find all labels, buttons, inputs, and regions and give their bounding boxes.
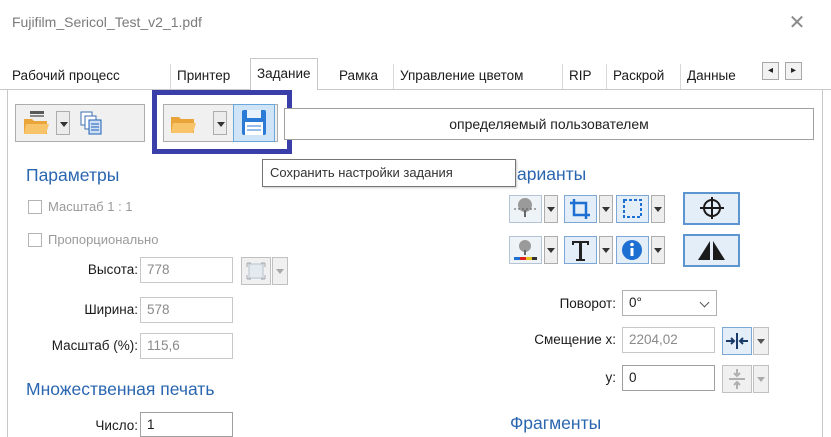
tab-frame[interactable]: Рамка <box>333 64 384 89</box>
tab-color-management[interactable]: Управление цветом <box>393 64 529 89</box>
tab-printer[interactable]: Принтер <box>170 64 236 89</box>
dialog-window: Fujifilm_Sericol_Test_v2_1.pdf ✕ Рабочий… <box>0 0 831 437</box>
parameters-heading: Параметры <box>26 165 120 185</box>
color-options-arrow[interactable] <box>544 236 558 264</box>
center-horizontal-icon <box>726 333 748 349</box>
crop-arrow[interactable] <box>599 195 613 223</box>
offset-x-label: Смещение x: <box>534 332 616 347</box>
title-bar: Fujifilm_Sericol_Test_v2_1.pdf ✕ <box>0 0 831 50</box>
open-folder-icon[interactable] <box>21 108 51 138</box>
open-dropdown-arrow[interactable] <box>56 111 70 135</box>
bounding-box-arrow[interactable] <box>651 195 665 223</box>
text-arrow[interactable] <box>599 236 613 264</box>
fit-size-icon <box>246 262 266 280</box>
scale-1-1-label: Масштаб 1 : 1 <box>48 199 133 214</box>
scale-percent-field[interactable]: 115,6 <box>140 333 233 359</box>
crop-icon <box>570 199 590 219</box>
offset-x-field[interactable]: 2204,02 <box>622 327 715 353</box>
bounding-box-button[interactable] <box>616 195 649 223</box>
proportional-checkbox[interactable] <box>28 233 42 247</box>
text-button[interactable] <box>564 236 597 264</box>
link-dimensions-button[interactable] <box>241 257 271 285</box>
center-horizontal-arrow[interactable] <box>753 327 769 355</box>
center-button[interactable] <box>683 192 740 225</box>
text-icon <box>572 241 589 261</box>
crop-button[interactable] <box>564 195 597 223</box>
rotation-label: Поворот: <box>559 296 616 311</box>
link-dimensions-dropdown-arrow[interactable] <box>272 257 288 285</box>
tab-workflow[interactable]: Рабочий процесс <box>6 64 126 89</box>
offset-y-label: y: <box>605 370 616 385</box>
width-label: Ширина: <box>84 302 138 317</box>
center-horizontal-button[interactable] <box>722 327 752 355</box>
info-arrow[interactable] <box>651 236 665 264</box>
job-name-field[interactable]: определяемый пользователем <box>284 108 814 140</box>
bounding-box-icon <box>623 199 642 218</box>
multiple-print-heading: Множественная печать <box>26 379 215 399</box>
proportional-label: Пропорционально <box>48 232 159 247</box>
height-field[interactable]: 778 <box>140 257 233 283</box>
color-options-button[interactable] <box>509 236 542 264</box>
tab-cutting[interactable]: Раскрой <box>606 64 670 89</box>
tree-image-icon <box>514 198 537 217</box>
mirror-button[interactable] <box>683 234 740 267</box>
width-field[interactable]: 578 <box>140 297 233 323</box>
tab-scroll-left-button[interactable]: ◂ <box>762 62 779 80</box>
offset-y-field[interactable]: 0 <box>622 365 715 391</box>
info-button[interactable] <box>616 236 649 264</box>
count-field[interactable]: 1 <box>140 412 233 437</box>
job-toolbar-group <box>15 104 145 142</box>
mirror-options-button[interactable] <box>509 195 542 223</box>
tab-data[interactable]: Данные <box>680 64 758 89</box>
info-icon <box>622 240 642 260</box>
save-settings-tooltip: Сохранить настройки задания <box>262 159 516 187</box>
fragments-heading: Фрагменты <box>510 413 602 433</box>
rotation-select[interactable]: 0° <box>622 290 717 316</box>
center-vertical-button[interactable] <box>722 365 752 393</box>
mirror-options-arrow[interactable] <box>544 195 558 223</box>
crosshair-icon <box>700 197 724 219</box>
center-vertical-arrow[interactable] <box>753 365 769 393</box>
center-vertical-icon <box>729 369 745 389</box>
color-tree-icon <box>514 240 537 260</box>
tab-job[interactable]: Задание <box>250 58 318 91</box>
close-button[interactable]: ✕ <box>785 10 809 34</box>
annotation-highlight-box <box>152 90 292 154</box>
height-label: Высота: <box>87 262 138 277</box>
scale-percent-label: Масштаб (%): <box>51 338 138 353</box>
tab-rip[interactable]: RIP <box>562 64 598 89</box>
scale-1-1-checkbox[interactable] <box>28 200 42 214</box>
count-label: Число: <box>95 418 138 433</box>
mirror-icon <box>698 241 725 260</box>
tab-scroll-right-button[interactable]: ▸ <box>785 62 802 80</box>
copy-pages-icon[interactable] <box>76 108 106 138</box>
tab-bar: Рабочий процесс Принтер Задание Рамка Уп… <box>0 58 831 91</box>
variants-heading: арианты <box>517 164 587 184</box>
window-title: Fujifilm_Sericol_Test_v2_1.pdf <box>12 14 202 30</box>
